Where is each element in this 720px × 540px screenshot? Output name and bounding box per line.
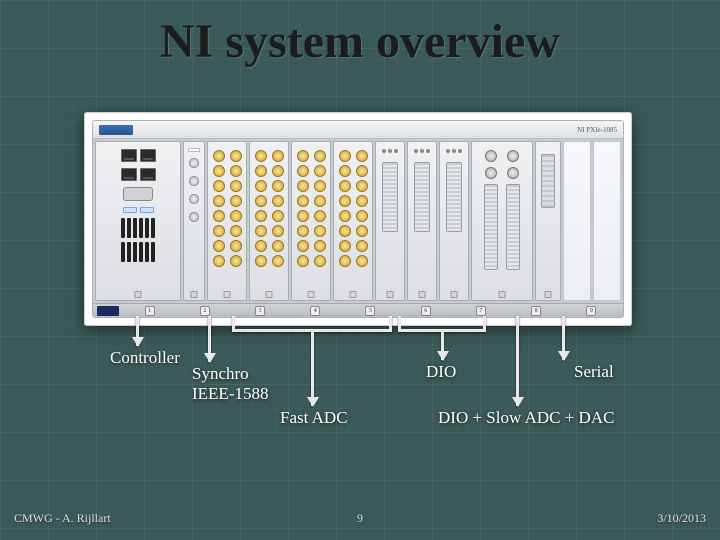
pxi-logo-icon	[97, 306, 119, 316]
dio-module	[407, 141, 437, 301]
arrow-icon	[516, 316, 519, 406]
chassis-slots	[93, 139, 623, 303]
ethernet-port-icon	[121, 149, 137, 162]
bnc-connector-icon	[189, 158, 199, 168]
bnc-connector-icon	[189, 176, 199, 186]
slide-title: NI system overview	[0, 14, 720, 69]
synchro-label: Synchro IEEE-1588	[192, 364, 268, 403]
serial-label: Serial	[574, 362, 614, 382]
multi-pin-connector-icon	[382, 162, 398, 232]
fast-adc-module	[207, 141, 247, 301]
arrow-icon	[311, 332, 314, 406]
synchro-module	[183, 141, 205, 301]
bracket-icon	[398, 316, 486, 332]
dio-label: DIO	[426, 362, 456, 382]
dio-module	[375, 141, 405, 301]
controller-label: Controller	[110, 348, 180, 368]
bnc-connector-icon	[189, 212, 199, 222]
multi-pin-connector-icon	[484, 184, 498, 270]
combo-label: DIO + Slow ADC + DAC	[438, 408, 614, 428]
ni-logo-icon	[99, 125, 133, 135]
ethernet-port-icon	[121, 168, 137, 181]
arrow-icon	[136, 316, 139, 346]
arrow-icon	[441, 332, 444, 360]
combo-module	[471, 141, 533, 301]
sma-connector-icon	[213, 150, 225, 162]
blank-slot	[563, 141, 591, 301]
footer-page-number: 9	[0, 511, 720, 526]
arrow-icon	[208, 316, 211, 362]
bnc-connector-icon	[189, 194, 199, 204]
fast-adc-label: Fast ADC	[280, 408, 348, 428]
fast-adc-module	[249, 141, 289, 301]
blank-slot	[593, 141, 621, 301]
db-connector-icon	[123, 187, 153, 201]
bracket-icon	[232, 316, 392, 332]
chassis-bottom-bar: 123456789	[93, 303, 623, 317]
usb-port-icon	[140, 207, 154, 213]
chassis-top-bar: NI PXIe-1085	[93, 121, 623, 139]
chassis-image: NI PXIe-1085	[84, 112, 632, 326]
serial-connector-icon	[541, 154, 555, 208]
chassis-model-label: NI PXIe-1085	[577, 126, 617, 134]
bnc-connector-icon	[485, 150, 497, 162]
dio-module	[439, 141, 469, 301]
ethernet-port-icon	[140, 168, 156, 181]
footer-date: 3/10/2013	[657, 511, 706, 526]
usb-port-icon	[123, 207, 137, 213]
fast-adc-module	[333, 141, 373, 301]
serial-module	[535, 141, 561, 301]
fast-adc-module	[291, 141, 331, 301]
arrow-icon	[562, 316, 565, 360]
ethernet-port-icon	[140, 149, 156, 162]
controller-module	[95, 141, 181, 301]
